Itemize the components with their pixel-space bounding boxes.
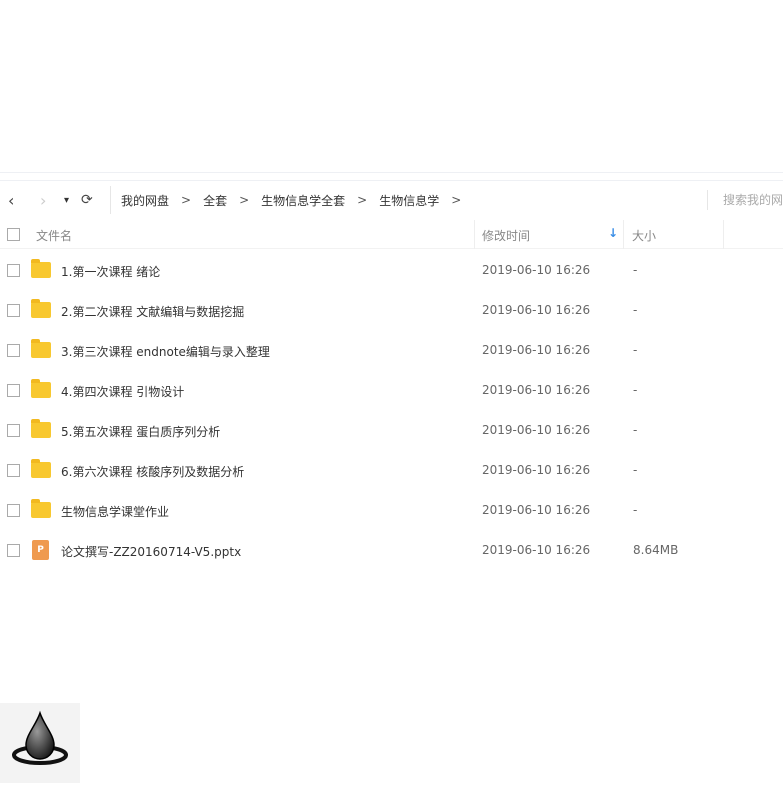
divider [0, 172, 783, 173]
refresh-icon[interactable]: ⟳ [81, 192, 93, 208]
back-icon[interactable]: ‹ [8, 191, 14, 210]
column-modified[interactable]: 修改时间 [482, 227, 530, 244]
breadcrumb-separator: > [239, 193, 250, 207]
file-row[interactable]: 1.第一次课程 绪论 2019-06-10 16:26 - [0, 250, 783, 290]
file-size: - [633, 303, 638, 317]
file-name[interactable]: 5.第五次课程 蛋白质序列分析 [61, 423, 220, 440]
file-modified: 2019-06-10 16:26 [482, 303, 591, 317]
sort-desc-icon[interactable]: ↓ [608, 226, 618, 240]
file-size: - [633, 383, 638, 397]
row-checkbox[interactable] [7, 424, 20, 437]
file-list-header: 文件名 修改时间 ↓ 大小 [0, 220, 783, 249]
file-modified: 2019-06-10 16:26 [482, 383, 591, 397]
file-size: - [633, 343, 638, 357]
file-size: - [633, 423, 638, 437]
column-size[interactable]: 大小 [632, 227, 656, 244]
folder-icon [31, 459, 51, 478]
file-name[interactable]: 论文撰写-ZZ20160714-V5.pptx [61, 543, 241, 560]
navigation-bar: ‹ › ▾ ⟳ 我的网盘 > 全套 > 生物信息学全套 > 生物信息学 > 搜索我的网 [0, 186, 783, 214]
forward-icon[interactable]: › [40, 191, 46, 210]
oil-drop-icon [12, 710, 68, 765]
file-name[interactable]: 6.第六次课程 核酸序列及数据分析 [61, 463, 244, 480]
file-modified: 2019-06-10 16:26 [482, 503, 591, 517]
row-checkbox[interactable] [7, 504, 20, 517]
column-name[interactable]: 文件名 [36, 227, 72, 244]
file-name[interactable]: 生物信息学课堂作业 [61, 503, 169, 520]
file-name[interactable]: 2.第二次课程 文献编辑与数据挖掘 [61, 303, 244, 320]
file-size: - [633, 503, 638, 517]
row-checkbox[interactable] [7, 384, 20, 397]
breadcrumb-item[interactable]: 生物信息学全套 [261, 192, 345, 209]
breadcrumb-separator: > [181, 193, 192, 207]
search-input[interactable]: 搜索我的网 [707, 190, 783, 210]
folder-icon [31, 419, 51, 438]
column-divider[interactable] [623, 220, 624, 249]
file-name[interactable]: 1.第一次课程 绪论 [61, 263, 160, 280]
file-name[interactable]: 4.第四次课程 引物设计 [61, 383, 184, 400]
file-size: - [633, 463, 638, 477]
breadcrumb-separator: > [357, 193, 368, 207]
watermark-logo [0, 703, 80, 783]
divider [0, 180, 783, 181]
column-divider[interactable] [723, 220, 724, 249]
file-row[interactable]: 生物信息学课堂作业 2019-06-10 16:26 - [0, 490, 783, 530]
breadcrumb-separator: > [451, 193, 462, 207]
file-row[interactable]: 4.第四次课程 引物设计 2019-06-10 16:26 - [0, 370, 783, 410]
file-row[interactable]: 5.第五次课程 蛋白质序列分析 2019-06-10 16:26 - [0, 410, 783, 450]
column-divider[interactable] [474, 220, 475, 249]
row-checkbox[interactable] [7, 344, 20, 357]
folder-icon [31, 259, 51, 278]
file-row[interactable]: 3.第三次课程 endnote编辑与录入整理 2019-06-10 16:26 - [0, 330, 783, 370]
folder-icon [31, 379, 51, 398]
pptx-file-icon: P [32, 540, 49, 560]
file-modified: 2019-06-10 16:26 [482, 343, 591, 357]
breadcrumb-item[interactable]: 我的网盘 [121, 192, 169, 209]
file-modified: 2019-06-10 16:26 [482, 463, 591, 477]
folder-icon [31, 299, 51, 318]
file-row[interactable]: P 论文撰写-ZZ20160714-V5.pptx 2019-06-10 16:26… [0, 530, 783, 570]
file-size: 8.64MB [633, 543, 679, 557]
folder-icon [31, 499, 51, 518]
breadcrumb-item[interactable]: 全套 [203, 192, 227, 209]
file-modified: 2019-06-10 16:26 [482, 263, 591, 277]
file-modified: 2019-06-10 16:26 [482, 543, 591, 557]
row-checkbox[interactable] [7, 544, 20, 557]
select-all-checkbox[interactable] [7, 228, 20, 241]
file-size: - [633, 263, 638, 277]
breadcrumb: 我的网盘 > 全套 > 生物信息学全套 > 生物信息学 > [110, 186, 473, 214]
row-checkbox[interactable] [7, 304, 20, 317]
breadcrumb-item[interactable]: 生物信息学 [379, 192, 439, 209]
file-name[interactable]: 3.第三次课程 endnote编辑与录入整理 [61, 343, 270, 360]
file-modified: 2019-06-10 16:26 [482, 423, 591, 437]
file-row[interactable]: 2.第二次课程 文献编辑与数据挖掘 2019-06-10 16:26 - [0, 290, 783, 330]
row-checkbox[interactable] [7, 264, 20, 277]
folder-icon [31, 339, 51, 358]
file-row[interactable]: 6.第六次课程 核酸序列及数据分析 2019-06-10 16:26 - [0, 450, 783, 490]
history-dropdown-icon[interactable]: ▾ [64, 195, 69, 206]
row-checkbox[interactable] [7, 464, 20, 477]
